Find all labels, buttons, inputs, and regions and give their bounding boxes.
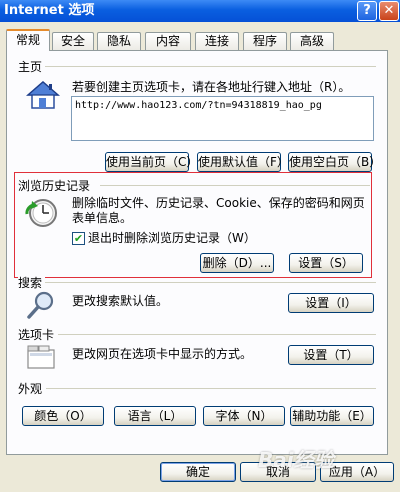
use-current-page-button[interactable]: 使用当前页（C） [105, 152, 198, 172]
highlight-box [14, 172, 372, 278]
tab-advanced[interactable]: 高级 [290, 32, 334, 50]
colors-button[interactable]: 颜色（O） [22, 406, 104, 426]
group-label-tabs: 选项卡 [18, 326, 58, 343]
tab-general[interactable]: 常规 [6, 29, 50, 51]
use-blank-page-button[interactable]: 使用空白页（B） [288, 152, 381, 172]
group-label-search: 搜索 [18, 274, 46, 291]
tab-security[interactable]: 安全 [52, 32, 94, 50]
close-icon: ✕ [383, 3, 395, 18]
accessibility-button[interactable]: 辅助功能（E） [290, 406, 374, 426]
tab-content[interactable]: 内容 [145, 32, 191, 50]
ok-button[interactable]: 确定 [160, 462, 236, 482]
help-button[interactable]: ? [357, 1, 377, 21]
languages-button[interactable]: 语言（L） [114, 406, 196, 426]
tab-programs[interactable]: 程序 [243, 32, 287, 50]
close-button[interactable]: ✕ [379, 1, 399, 21]
group-divider [44, 282, 376, 283]
title-bar[interactable]: Internet 选项 [0, 0, 400, 22]
homepage-url-input[interactable] [71, 96, 374, 141]
tabbed-window-icon [26, 344, 56, 370]
group-label-appearance: 外观 [18, 380, 46, 397]
window-title: Internet 选项 [4, 3, 95, 18]
magnifier-icon [26, 290, 56, 320]
group-divider [46, 388, 376, 389]
use-default-button[interactable]: 使用默认值（F） [197, 152, 289, 172]
house-icon [25, 80, 61, 110]
help-icon: ? [363, 3, 371, 18]
tab-connections[interactable]: 连接 [195, 32, 239, 50]
search-description: 更改搜索默认值。 [72, 294, 169, 308]
tabs-description: 更改网页在选项卡中显示的方式。 [72, 347, 253, 361]
search-settings-button[interactable]: 设置（I） [288, 293, 374, 313]
fonts-button[interactable]: 字体（N） [203, 406, 285, 426]
group-divider [40, 66, 376, 67]
tabs-settings-button[interactable]: 设置（T） [288, 345, 374, 365]
tab-privacy[interactable]: 隐私 [97, 32, 141, 50]
group-divider [58, 334, 376, 335]
homepage-description: 若要创建主页选项卡，请在各地址行键入地址（R）。 [72, 80, 351, 94]
watermark-logo: Bai经验 [258, 448, 334, 472]
group-label-homepage: 主页 [18, 58, 46, 75]
